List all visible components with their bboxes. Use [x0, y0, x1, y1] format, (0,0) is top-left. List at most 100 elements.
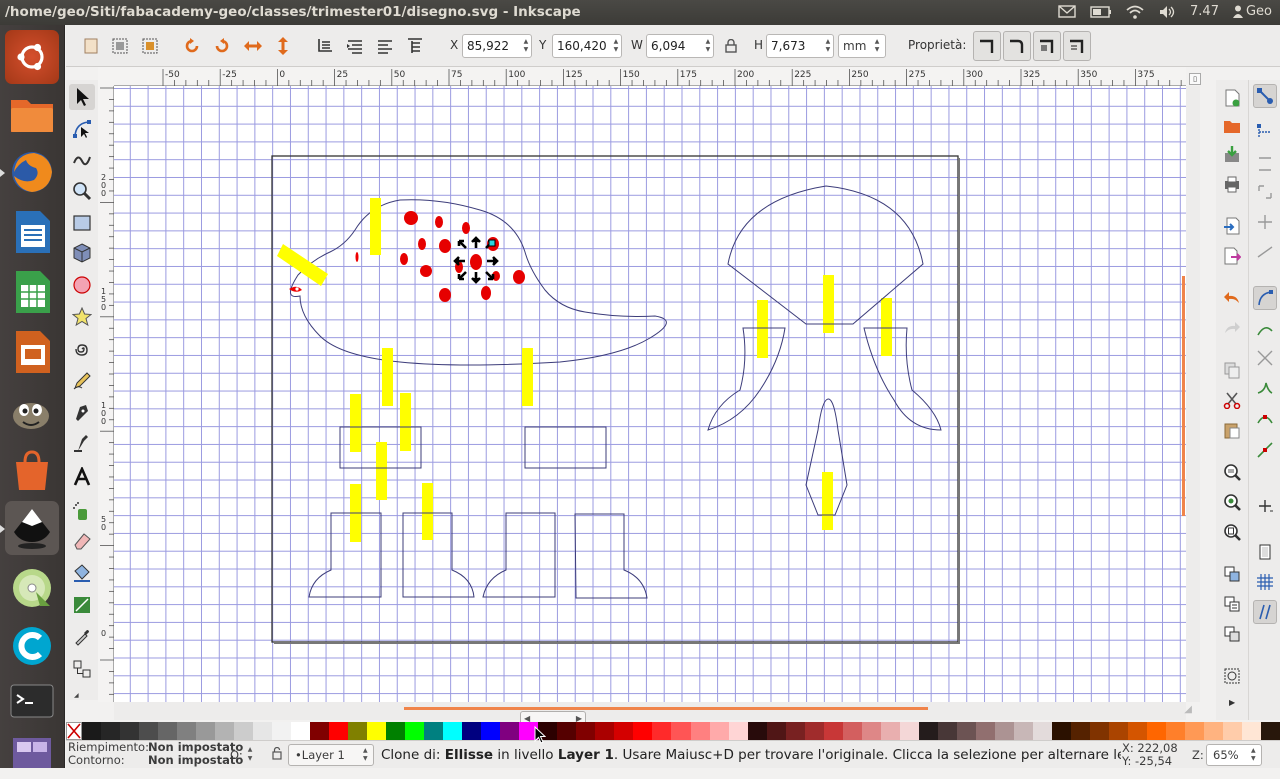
- launcher-writer[interactable]: [5, 205, 59, 259]
- color-swatch[interactable]: [462, 722, 482, 740]
- color-swatch[interactable]: [1165, 722, 1185, 740]
- rotate-ccw-button[interactable]: [179, 33, 205, 59]
- color-swatch[interactable]: [405, 722, 425, 740]
- launcher-files[interactable]: [5, 87, 59, 141]
- color-swatch[interactable]: [139, 722, 159, 740]
- launcher-gimp[interactable]: [5, 385, 59, 439]
- color-swatch[interactable]: [481, 722, 501, 740]
- new-document-button[interactable]: [1220, 86, 1244, 110]
- color-swatch[interactable]: [975, 722, 995, 740]
- snap-page-border-button[interactable]: [1253, 540, 1277, 564]
- vertical-scroll-thumb[interactable]: [1182, 276, 1185, 516]
- color-swatch[interactable]: [424, 722, 444, 740]
- clock[interactable]: 7.47: [1190, 4, 1219, 19]
- snap-bbox-button[interactable]: [1253, 120, 1277, 144]
- copy-button[interactable]: [1220, 358, 1244, 382]
- h-input[interactable]: [767, 35, 823, 57]
- color-swatch[interactable]: [842, 722, 862, 740]
- user-menu[interactable]: Geo: [1232, 4, 1272, 19]
- group-button[interactable]: [1220, 664, 1244, 688]
- color-swatch[interactable]: [196, 722, 216, 740]
- unit-select[interactable]: mm ▲ ▼: [838, 34, 886, 58]
- eraser-tool[interactable]: [69, 528, 95, 554]
- zoom-drawing-button[interactable]: [1220, 490, 1244, 514]
- color-swatch[interactable]: [1241, 722, 1261, 740]
- scale-corners-toggle[interactable]: [1003, 31, 1031, 61]
- color-swatch[interactable]: [709, 722, 729, 740]
- paste-button[interactable]: [1220, 418, 1244, 442]
- color-swatch[interactable]: [500, 722, 520, 740]
- launcher-arduino[interactable]: [5, 619, 59, 673]
- color-swatch[interactable]: [272, 722, 292, 740]
- raise-to-top-button[interactable]: [402, 33, 428, 59]
- zoom-tool[interactable]: [69, 178, 95, 204]
- snap-grid-button[interactable]: [1253, 570, 1277, 594]
- rectangle-tool[interactable]: [69, 210, 95, 236]
- dropper-tool[interactable]: [69, 624, 95, 650]
- drawing-canvas[interactable]: [114, 86, 1186, 702]
- clone-button[interactable]: [1220, 592, 1244, 616]
- yellow-tabs[interactable]: [277, 198, 892, 542]
- snap-cusp-nodes-button[interactable]: [1253, 376, 1277, 400]
- w-spin-arrows[interactable]: ▲ ▼: [703, 35, 713, 57]
- volume-icon[interactable]: [1158, 5, 1176, 19]
- horizontal-scrollbar[interactable]: ◀ ▶ ◢: [114, 702, 1192, 726]
- launcher-workspaces[interactable]: [5, 725, 59, 779]
- color-swatch[interactable]: [804, 722, 824, 740]
- flip-horizontal-button[interactable]: [240, 33, 266, 59]
- w-spinbox[interactable]: ▲▼: [646, 34, 714, 58]
- color-swatch[interactable]: [1184, 722, 1204, 740]
- color-swatch[interactable]: [576, 722, 596, 740]
- flip-vertical-button[interactable]: [270, 33, 296, 59]
- zoom-selection-button[interactable]: [1220, 460, 1244, 484]
- color-swatch[interactable]: [1260, 722, 1280, 740]
- zoom-page-button[interactable]: [1220, 520, 1244, 544]
- snap-bbox-edges-button[interactable]: [1253, 152, 1277, 176]
- color-swatch[interactable]: [1032, 722, 1052, 740]
- x-spinbox[interactable]: ▲▼: [462, 34, 532, 58]
- scale-stroke-toggle[interactable]: [973, 31, 1001, 61]
- launcher-firefox[interactable]: [0, 145, 59, 199]
- undo-button[interactable]: [1220, 286, 1244, 310]
- gradient-tool[interactable]: [69, 592, 95, 618]
- red-spots-group[interactable]: [400, 211, 525, 302]
- h-spinbox[interactable]: ▲▼: [766, 34, 834, 58]
- color-swatch[interactable]: [956, 722, 976, 740]
- horizontal-scroll-track[interactable]: [404, 707, 928, 710]
- layer-selector[interactable]: •Layer 1 ▲ ▼: [288, 744, 374, 766]
- color-swatch[interactable]: [823, 722, 843, 740]
- rect-right[interactable]: [524, 426, 607, 469]
- spray-tool[interactable]: [69, 498, 95, 524]
- color-swatch[interactable]: [690, 722, 710, 740]
- right-wing-shape[interactable]: [863, 327, 942, 431]
- color-swatch[interactable]: [994, 722, 1014, 740]
- unlink-clone-button[interactable]: [1220, 622, 1244, 646]
- color-swatch[interactable]: [1089, 722, 1109, 740]
- export-button[interactable]: [1220, 244, 1244, 268]
- launcher-terminal[interactable]: [5, 675, 59, 729]
- color-swatch[interactable]: [253, 722, 273, 740]
- bird-mark[interactable]: [355, 252, 359, 262]
- x-spin-arrows[interactable]: ▲ ▼: [521, 35, 531, 57]
- select-all-button[interactable]: [78, 33, 104, 59]
- print-button[interactable]: [1220, 172, 1244, 196]
- color-swatch[interactable]: [291, 722, 311, 740]
- color-swatch[interactable]: [215, 722, 235, 740]
- launcher-inkscape[interactable]: [0, 501, 59, 555]
- unit-dropdown-arrows[interactable]: ▲ ▼: [871, 35, 883, 57]
- color-swatch[interactable]: [1146, 722, 1166, 740]
- color-swatch[interactable]: [348, 722, 368, 740]
- left-wing-shape[interactable]: [707, 327, 786, 431]
- 3d-box-tool[interactable]: [69, 240, 95, 266]
- ellipse-tool[interactable]: [69, 272, 95, 298]
- snap-intersections-button[interactable]: [1253, 346, 1277, 370]
- pencil-tool[interactable]: [69, 368, 95, 394]
- snap-bbox-corners-button[interactable]: [1253, 180, 1277, 204]
- snap-guides-toggle[interactable]: [1253, 600, 1277, 624]
- y-input[interactable]: [553, 35, 611, 57]
- toolbox-expand-arrow[interactable]: ◢: [74, 692, 79, 699]
- color-swatch[interactable]: [120, 722, 140, 740]
- x-input[interactable]: [463, 35, 521, 57]
- snap-paths-button[interactable]: [1253, 318, 1277, 342]
- star-tool[interactable]: [69, 304, 95, 330]
